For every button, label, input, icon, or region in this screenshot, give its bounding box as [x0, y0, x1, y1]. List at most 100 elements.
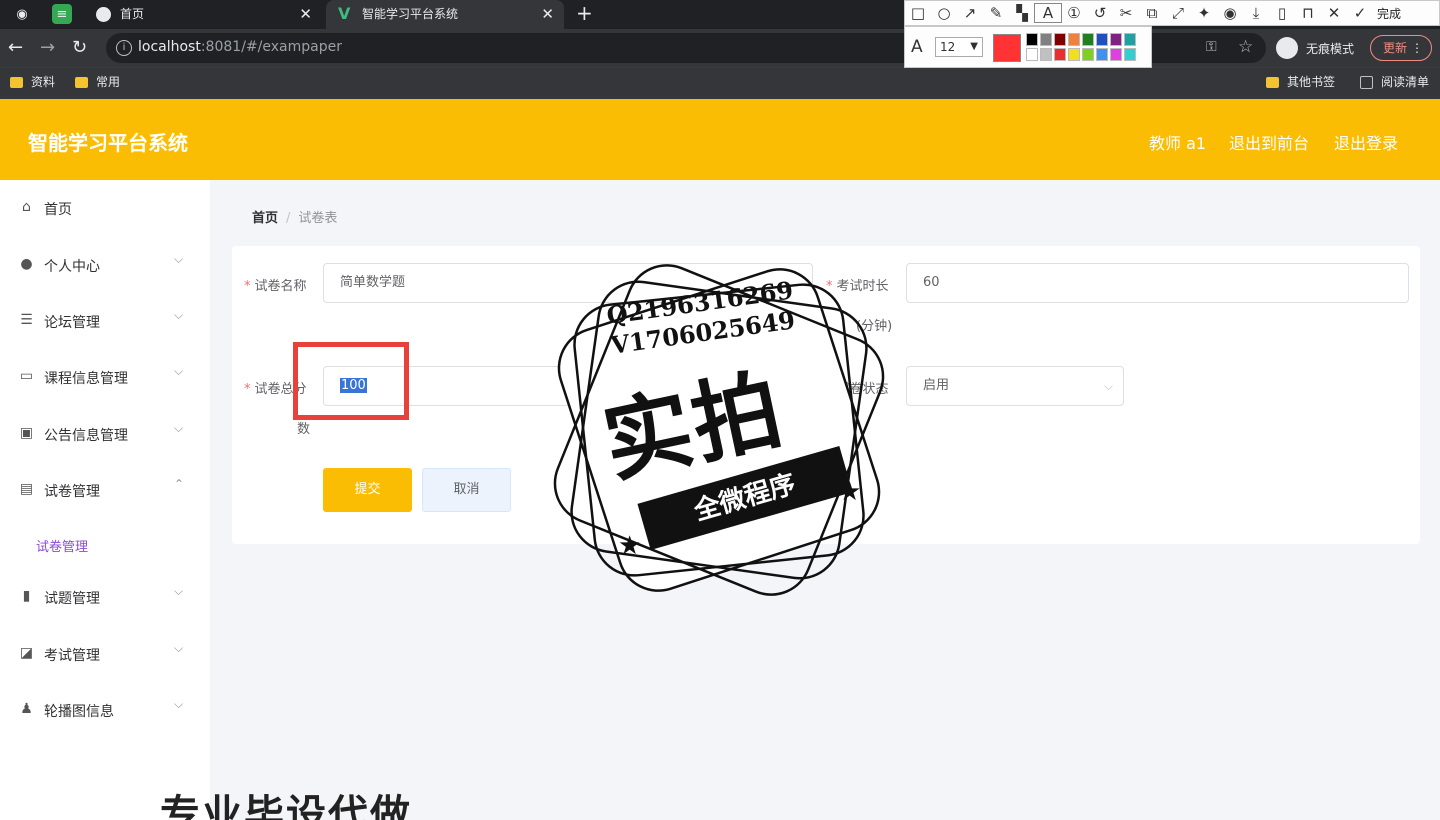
sidebar-item-label: 首页 [44, 202, 72, 218]
back-to-front-link[interactable]: 退出到前台 [1229, 130, 1309, 154]
text-icon[interactable]: A [1034, 3, 1062, 23]
cancel-button[interactable]: 取消 [422, 468, 511, 512]
rectangle-icon[interactable]: □ [905, 4, 931, 22]
color-swatch[interactable] [1096, 33, 1108, 46]
star-icon[interactable]: ☆ [1238, 37, 1253, 57]
check-icon[interactable]: ✓ [1347, 4, 1373, 22]
undo-icon[interactable]: ↺ [1087, 4, 1113, 22]
pencil-icon[interactable]: ✎ [983, 4, 1009, 22]
font-size-select[interactable]: 12 ▼ [935, 37, 983, 57]
sliders-icon: ☰ [20, 312, 33, 328]
color-swatch[interactable] [1082, 48, 1094, 61]
chevron-down-icon: ⌵ [174, 252, 184, 266]
close-icon[interactable]: ✕ [299, 0, 312, 29]
close-icon[interactable]: ✕ [541, 0, 554, 29]
color-swatch[interactable] [1068, 48, 1080, 61]
submit-button[interactable]: 提交 [323, 468, 412, 512]
duration-value: 60 [923, 275, 940, 290]
sidebar-item-forum[interactable]: ☰ 论坛管理 ⌵ [0, 293, 210, 349]
ellipse-icon[interactable]: ○ [931, 4, 957, 22]
color-swatch[interactable] [1026, 48, 1038, 61]
back-icon[interactable]: ← [8, 37, 23, 59]
color-swatch[interactable] [1026, 33, 1038, 46]
home-icon: ⌂ [22, 199, 31, 215]
bookmark-folder[interactable]: 资料 [10, 74, 55, 90]
number-icon[interactable]: ① [1061, 4, 1087, 22]
bookmark-label: 阅读清单 [1381, 75, 1430, 89]
sidebar-item-label: 轮播图信息 [44, 704, 114, 720]
color-swatch[interactable] [1068, 33, 1080, 46]
sidebar-item-exam[interactable]: ◪ 考试管理 ⌵ [0, 626, 210, 682]
total-score-label-wrap: 数 [297, 422, 311, 437]
sidebar-item-questions[interactable]: ▮ 试题管理 ⌵ [0, 569, 210, 625]
logout-link[interactable]: 退出登录 [1334, 130, 1398, 154]
chevron-down-icon: ⌵ [174, 584, 184, 598]
sidebar-item-carousel[interactable]: ♟ 轮播图信息 ⌵ [0, 682, 210, 738]
phone-icon[interactable]: ▯ [1269, 4, 1295, 22]
scan-icon[interactable]: ⤢ [1165, 4, 1191, 22]
color-swatch[interactable] [1124, 33, 1136, 46]
color-swatch[interactable] [1040, 48, 1052, 61]
sidebar-item-course[interactable]: ▭ 课程信息管理 ⌵ [0, 349, 210, 405]
color-swatch[interactable] [1096, 48, 1108, 61]
record-icon[interactable]: ◉ [1217, 4, 1243, 22]
color-swatch[interactable] [1124, 48, 1136, 61]
mosaic-icon[interactable]: ▚ [1009, 4, 1035, 22]
chevron-down-icon: ⌵ [1103, 379, 1113, 393]
color-swatch[interactable] [1054, 33, 1066, 46]
reload-icon[interactable]: ↻ [72, 37, 87, 59]
sidebar-item-home[interactable]: ⌂ 首页 [0, 180, 210, 236]
tab-home[interactable]: 首页 ✕ [84, 0, 322, 29]
translate-icon[interactable]: ⧉ [1139, 4, 1165, 22]
annotation-rectangle [293, 342, 409, 420]
update-button[interactable]: 更新 ⋮ [1370, 35, 1432, 61]
trend-icon: ◪ [19, 645, 34, 661]
arrow-icon[interactable]: ↗ [957, 4, 983, 22]
other-bookmarks[interactable]: 其他书签 [1266, 74, 1335, 90]
color-palette [1026, 33, 1136, 61]
cut-icon[interactable]: ✂ [1113, 4, 1139, 22]
color-swatch[interactable] [1110, 33, 1122, 46]
person-icon: ♟ [20, 701, 33, 717]
incognito-label: 无痕模式 [1306, 41, 1355, 56]
bookmarks-bar: 资料 常用 其他书签 阅读清单 [0, 67, 1440, 99]
color-swatch[interactable] [1082, 33, 1094, 46]
caret-down-icon: ▼ [970, 41, 978, 52]
incognito-indicator[interactable]: 无痕模式 [1276, 36, 1354, 60]
sidebar-subitem-exampaper[interactable]: 试卷管理 [36, 536, 88, 555]
sidebar-item-label: 课程信息管理 [44, 371, 128, 387]
cancel-icon[interactable]: ✕ [1321, 4, 1347, 22]
tab-app[interactable]: V 智能学习平台系统 ✕ [326, 0, 564, 29]
info-icon[interactable]: i [116, 40, 132, 56]
pin-icon[interactable]: ✦ [1191, 4, 1217, 22]
address-bar: ← → ↻ i localhost:8081/#/exampaper ⚿ ☆ 无… [0, 29, 1440, 67]
color-swatch[interactable] [1110, 48, 1122, 61]
done-label[interactable]: 完成 [1377, 5, 1401, 22]
chevron-up-icon: ⌃ [174, 477, 185, 491]
color-swatch[interactable] [1040, 33, 1052, 46]
bookmark-icon[interactable]: ⊓ [1295, 4, 1321, 22]
font-icon: A [911, 37, 923, 57]
sidebar-item-notice[interactable]: ▣ 公告信息管理 ⌵ [0, 406, 210, 462]
more-icon[interactable]: ⋮ [1411, 36, 1423, 60]
browser-menu-icon[interactable]: ◉ [12, 4, 32, 24]
status-select[interactable]: 启用 ⌵ [906, 366, 1124, 406]
current-color-swatch[interactable] [993, 34, 1021, 62]
sidebar-item-label: 个人中心 [44, 259, 100, 275]
color-swatch[interactable] [1054, 48, 1066, 61]
new-tab-button[interactable]: + [576, 0, 593, 27]
download-icon[interactable]: ⤓ [1243, 4, 1269, 22]
sidebar-item-profile[interactable]: ● 个人中心 ⌵ [0, 237, 210, 293]
app-icon[interactable]: ≡ [52, 4, 72, 24]
key-icon[interactable]: ⚿ [1206, 39, 1217, 55]
breadcrumb-home[interactable]: 首页 [252, 211, 278, 226]
duration-input[interactable]: 60 [906, 263, 1409, 303]
sidebar-item-exampaper[interactable]: ▤ 试卷管理 ⌃ [0, 462, 210, 518]
reading-list[interactable]: 阅读清单 [1360, 74, 1429, 90]
watermark-stamp: ★ ★ Q2196316269 V1706025649 实拍 全微程序 [528, 238, 910, 622]
breadcrumb-current: 试卷表 [298, 211, 338, 226]
folder-icon [10, 76, 23, 88]
bookmark-folder[interactable]: 常用 [75, 74, 120, 90]
paper-name-value: 简单数学题 [340, 275, 406, 290]
forward-icon[interactable]: → [40, 37, 55, 59]
